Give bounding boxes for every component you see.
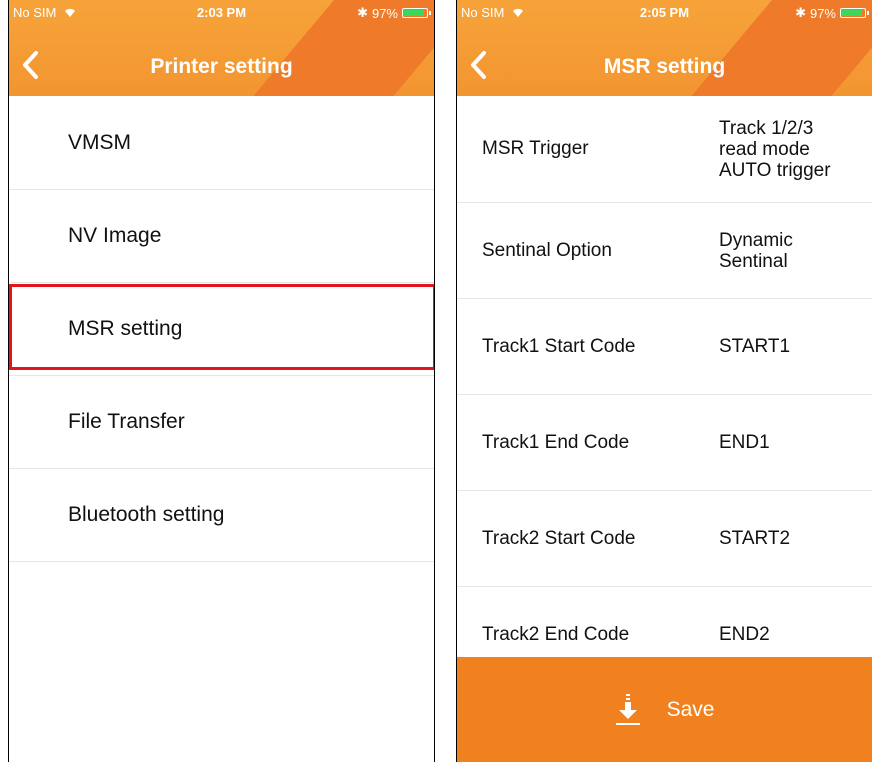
header-bar: No SIM 2:03 PM ✱ 97% Printer setting [9,0,434,96]
battery-percent: 97% [809,5,836,21]
status-bar: No SIM 2:05 PM ✱ 97% [457,0,872,26]
battery-icon [402,8,431,18]
list-item-bluetooth-setting[interactable]: Bluetooth setting [9,468,434,562]
list-item-nv-image[interactable]: NV Image [9,189,434,283]
list-item-file-transfer[interactable]: File Transfer [9,375,434,469]
list-item-msr-setting[interactable]: MSR setting [9,282,434,376]
setting-row-track2-start[interactable]: Track2 Start Code START2 [457,491,872,587]
setting-label: Sentinal Option [482,239,612,261]
bluetooth-icon: ✱ [357,5,368,20]
setting-row-sentinal-option[interactable]: Sentinal Option Dynamic Sentinal [457,203,872,299]
save-label: Save [666,697,715,721]
header-bar: No SIM 2:05 PM ✱ 97% MSR setting [457,0,872,96]
page-title: Printer setting [150,55,293,78]
list-item-label: MSR setting [68,317,183,340]
save-button[interactable]: Save [457,657,872,762]
list-item-label: Bluetooth setting [68,503,225,526]
setting-value: START2 [719,528,791,549]
setting-row-track1-end[interactable]: Track1 End Code END1 [457,395,872,491]
setting-label: Track2 Start Code [482,527,636,549]
battery-percent: 97% [371,5,398,21]
list-item-label: NV Image [68,224,162,247]
setting-value: END1 [719,432,770,453]
status-bar: No SIM 2:03 PM ✱ 97% [9,0,434,26]
setting-label: Track1 Start Code [482,335,636,357]
setting-label: MSR Trigger [482,138,589,159]
list-item-label: File Transfer [68,410,185,433]
setting-value: Track 1/2/3 read mode AUTO trigger [719,117,831,181]
list-item-vmsm[interactable]: VMSM [9,96,434,190]
setting-label: Track1 End Code [482,431,630,453]
bluetooth-icon: ✱ [795,5,806,20]
page-title: MSR setting [603,55,726,78]
msr-setting-screen: No SIM 2:05 PM ✱ 97% MSR setting MSR Tri… [456,0,872,762]
setting-value: START1 [719,336,791,357]
printer-setting-screen: No SIM 2:03 PM ✱ 97% Printer setting VMS… [8,0,435,762]
battery-icon [840,8,869,18]
download-icon [615,693,640,725]
setting-value: Dynamic Sentinal [719,229,793,272]
setting-row-track1-start[interactable]: Track1 Start Code START1 [457,299,872,395]
list-item-label: VMSM [68,131,131,154]
setting-row-msr-trigger[interactable]: MSR Trigger Track 1/2/3 read mode AUTO t… [457,96,872,203]
